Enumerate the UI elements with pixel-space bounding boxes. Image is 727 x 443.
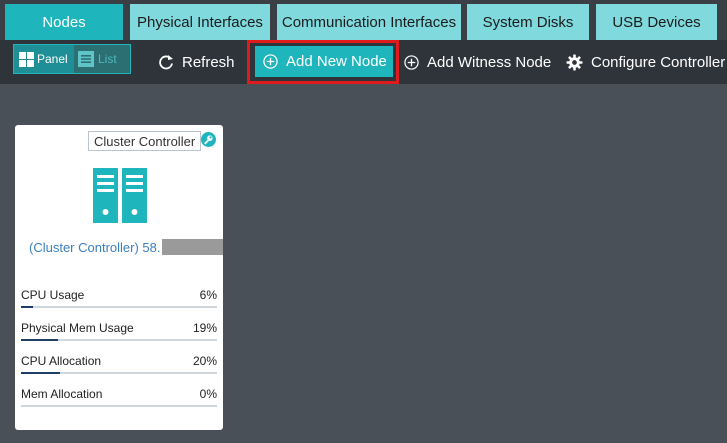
role-badge: Cluster Controller (88, 131, 202, 151)
tab-nodes[interactable]: Nodes (5, 4, 123, 40)
tab-usb-devices[interactable]: USB Devices (596, 4, 717, 40)
metric-bar-fill (21, 339, 59, 341)
plus-circle-icon (404, 54, 419, 70)
add-witness-node-label: Add Witness Node (427, 53, 552, 71)
metric-label: CPU Usage (21, 288, 85, 302)
node-name-label: (Cluster Controller) 58. (29, 239, 161, 255)
metric-value: 20% (192, 354, 217, 368)
refresh-button[interactable]: Refresh (158, 40, 235, 84)
redacted-ip (161, 239, 223, 255)
metric-value: 0% (199, 387, 217, 401)
node-name-link[interactable]: (Cluster Controller) 58. (29, 239, 223, 255)
tab-system-disks[interactable]: System Disks (467, 4, 589, 40)
server-icon (93, 168, 147, 228)
metric-bar (21, 306, 217, 308)
metric-value: 19% (192, 321, 217, 335)
metric-label: Mem Allocation (21, 387, 103, 401)
panel-view-label: Panel (37, 52, 68, 66)
panel-view-button[interactable]: Panel (14, 45, 74, 73)
metric-cpu-usage: CPU Usage 6% (21, 288, 217, 308)
view-toggle: Panel List (13, 44, 131, 74)
add-new-node-label: Add New Node (286, 53, 387, 70)
grid-icon (19, 51, 34, 67)
metric-cpu-allocation: CPU Allocation 20% (21, 354, 217, 374)
tab-bar: Nodes Physical Interfaces Communication … (0, 0, 727, 40)
tab-communication-interfaces[interactable]: Communication Interfaces (277, 4, 461, 40)
list-icon (78, 51, 94, 67)
metric-bar (21, 372, 217, 374)
metric-bar-fill (21, 372, 61, 374)
metric-mem-allocation: Mem Allocation 0% (21, 387, 217, 407)
list-view-label: List (98, 52, 117, 66)
metric-label: CPU Allocation (21, 354, 102, 368)
metric-bar (21, 339, 217, 341)
refresh-label: Refresh (182, 53, 235, 71)
metric-label: Physical Mem Usage (21, 321, 134, 335)
wrench-icon[interactable] (201, 132, 216, 147)
metric-bar (21, 405, 217, 407)
tab-physical-interfaces[interactable]: Physical Interfaces (130, 4, 270, 40)
metric-bar-fill (21, 306, 33, 308)
add-witness-node-button[interactable]: Add Witness Node (404, 40, 551, 84)
metric-physical-mem-usage: Physical Mem Usage 19% (21, 321, 217, 341)
metric-value: 6% (199, 288, 217, 302)
refresh-icon (158, 54, 174, 70)
plus-circle-icon (263, 54, 278, 69)
configure-controller-button[interactable]: Configure Controller N (566, 40, 727, 84)
add-new-node-button[interactable]: Add New Node (255, 46, 393, 77)
configure-controller-label: Configure Controller N (591, 53, 727, 71)
gear-icon (566, 54, 583, 71)
node-card[interactable]: Cluster Controller (Cluster Controller) … (15, 125, 223, 430)
list-view-button[interactable]: List (74, 45, 130, 73)
